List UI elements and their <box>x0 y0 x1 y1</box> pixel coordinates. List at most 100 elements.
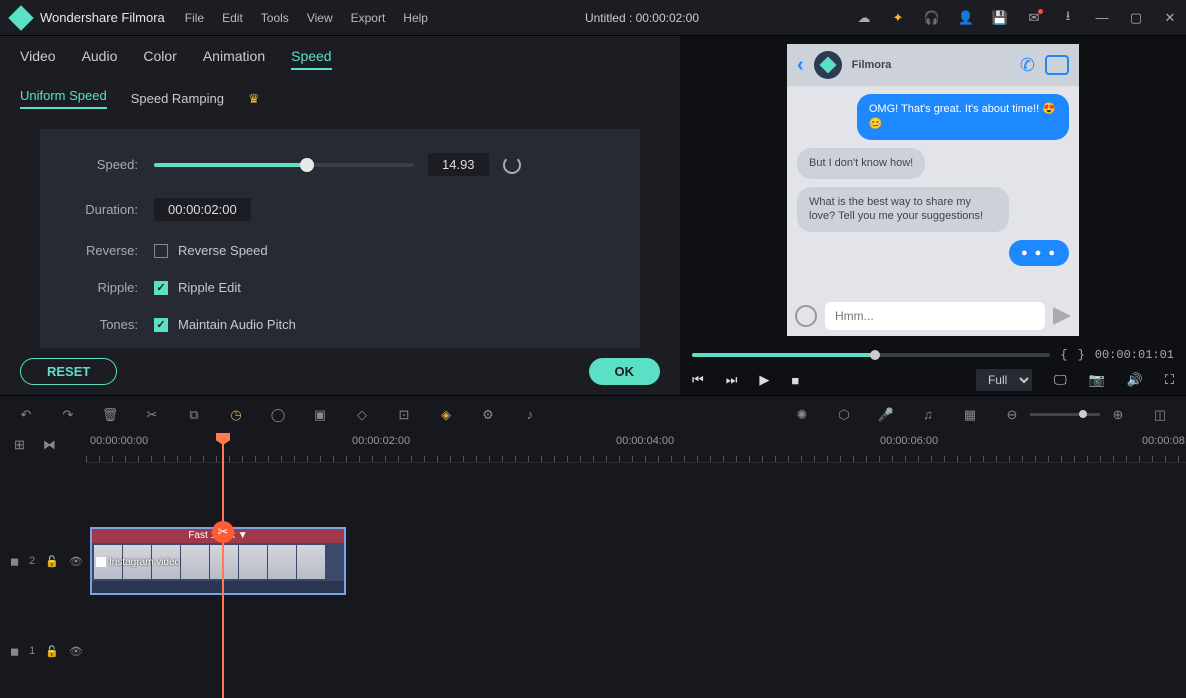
speed-value[interactable]: 14.93 <box>428 153 489 176</box>
close-icon[interactable]: ✕ <box>1162 10 1178 26</box>
layout-icon[interactable]: ◫ <box>1152 407 1168 423</box>
menu-edit[interactable]: Edit <box>222 11 243 25</box>
adjust-icon[interactable]: ⚙ <box>480 407 496 423</box>
audio-tool-icon[interactable]: ♪ <box>522 407 538 423</box>
fullscreen-icon[interactable]: ⛶ <box>1165 372 1174 388</box>
picture-icon[interactable]: ▦ <box>962 407 978 423</box>
menu-help[interactable]: Help <box>403 11 428 25</box>
mark-in[interactable]: { <box>1060 348 1067 362</box>
color-icon[interactable]: ◯ <box>270 407 286 423</box>
mark-out[interactable]: } <box>1078 348 1085 362</box>
ok-button[interactable]: OK <box>589 358 661 385</box>
play-icon[interactable]: ▶ <box>759 372 769 388</box>
notification-icon[interactable]: ✉ <box>1026 10 1042 26</box>
idea-icon[interactable]: ✦ <box>890 10 906 26</box>
chat-bubble: OMG! That's great. It's about time!! 😍😊 <box>857 94 1069 140</box>
reverse-checkbox[interactable] <box>154 244 168 258</box>
download-icon[interactable]: ⭳ <box>1060 10 1076 26</box>
split-icon[interactable]: ✂ <box>212 521 234 543</box>
detect-icon[interactable]: ⊡ <box>396 407 412 423</box>
quality-select[interactable]: Full <box>976 369 1032 391</box>
crop-icon[interactable]: ⧉ <box>186 407 202 423</box>
reverse-option: Reverse Speed <box>178 243 268 258</box>
save-icon[interactable]: 💾 <box>992 10 1008 26</box>
zoom-slider[interactable] <box>1030 413 1100 416</box>
menu-export[interactable]: Export <box>351 11 386 25</box>
user-icon[interactable]: 👤 <box>958 10 974 26</box>
tab-speed[interactable]: Speed <box>291 48 331 70</box>
ripple-label: Ripple: <box>68 280 138 295</box>
next-frame-icon[interactable]: ⏭ <box>726 372 738 388</box>
ripple-checkbox[interactable] <box>154 281 168 295</box>
speed-tool-icon[interactable]: ◷ <box>228 407 244 423</box>
preview-scrubber: { } 00:00:01:01 <box>680 344 1186 366</box>
duration-value[interactable]: 00:00:02:00 <box>154 198 251 221</box>
preview-content: ‹ Filmora ✆ OMG! That's great. It's abou… <box>787 44 1079 336</box>
tab-video[interactable]: Video <box>20 48 56 70</box>
lock-icon[interactable]: 🔓 <box>45 645 59 658</box>
clip-label: Instagram video <box>96 557 180 568</box>
track-number: 1 <box>29 645 35 657</box>
snapshot-icon[interactable]: 📷 <box>1089 372 1105 388</box>
cloud-icon[interactable]: ☁ <box>856 10 872 26</box>
speed-settings: Speed: 14.93 Duration: 00:00:02:00 Rever… <box>40 129 640 348</box>
timeline-toolbar: ↶ ↷ 🗑 ✂ ⧉ ◷ ◯ ▣ ◇ ⊡ ◈ ⚙ ♪ ✺ ⬡ 🎤 ♫ ▦ ⊖ ⊕ … <box>0 395 1186 433</box>
timecode: 00:00:01:01 <box>1095 348 1174 362</box>
speed-slider[interactable] <box>154 163 414 167</box>
tab-uniform-speed[interactable]: Uniform Speed <box>20 88 107 109</box>
tones-label: Tones: <box>68 317 138 332</box>
ruler-tick: 00:00:08:00 <box>1142 435 1186 447</box>
cut-icon[interactable]: ✂ <box>144 407 160 423</box>
main-menu: File Edit Tools View Export Help <box>185 11 428 25</box>
visibility-icon[interactable]: 👁 <box>69 645 83 658</box>
send-icon <box>1053 307 1071 325</box>
zoom-out-icon[interactable]: ⊖ <box>1004 407 1020 423</box>
emoji-icon <box>795 305 817 327</box>
ripple-option: Ripple Edit <box>178 280 241 295</box>
scrub-bar[interactable] <box>692 353 1050 357</box>
maximize-icon[interactable]: ▢ <box>1128 10 1144 26</box>
headset-icon[interactable]: 🎧 <box>924 10 940 26</box>
preview-panel: ‹ Filmora ✆ OMG! That's great. It's abou… <box>680 36 1186 395</box>
ruler-tick: 00:00:00:00 <box>90 435 148 447</box>
mic-icon[interactable]: 🎤 <box>878 407 894 423</box>
prev-frame-icon[interactable]: ⏮ <box>692 372 704 388</box>
magnet-icon[interactable]: ⧓ <box>43 437 56 453</box>
visibility-icon[interactable]: 👁 <box>69 555 83 568</box>
clip-audio-wave <box>92 581 344 593</box>
marker-icon[interactable]: ◈ <box>438 407 454 423</box>
redo-icon[interactable]: ↷ <box>60 407 76 423</box>
track-toggle-icon[interactable]: ◼ <box>10 555 19 568</box>
tab-color[interactable]: Color <box>143 48 176 70</box>
track-manage-icon[interactable]: ⊞ <box>14 437 25 453</box>
undo-icon[interactable]: ↶ <box>18 407 34 423</box>
keyframe-icon[interactable]: ◇ <box>354 407 370 423</box>
delete-icon[interactable]: 🗑 <box>102 407 118 423</box>
reset-button[interactable]: RESET <box>20 358 117 385</box>
stop-icon[interactable]: ■ <box>791 373 799 388</box>
menu-view[interactable]: View <box>307 11 333 25</box>
playhead[interactable]: ✂ <box>222 433 224 698</box>
tones-checkbox[interactable] <box>154 318 168 332</box>
volume-icon[interactable]: 🔊 <box>1127 372 1143 388</box>
transform-icon[interactable]: ▣ <box>312 407 328 423</box>
preview-viewport: ‹ Filmora ✆ OMG! That's great. It's abou… <box>680 36 1186 344</box>
menu-file[interactable]: File <box>185 11 204 25</box>
tab-animation[interactable]: Animation <box>203 48 265 70</box>
shield-icon[interactable]: ⬡ <box>836 407 852 423</box>
zoom-in-icon[interactable]: ⊕ <box>1110 407 1126 423</box>
reset-speed-icon[interactable] <box>503 156 521 174</box>
chat-name: Filmora <box>852 59 1010 71</box>
lock-icon[interactable]: 🔓 <box>45 555 59 568</box>
tab-audio[interactable]: Audio <box>82 48 118 70</box>
minimize-icon[interactable]: — <box>1094 10 1110 26</box>
ruler-tick: 00:00:06:00 <box>880 435 938 447</box>
typing-indicator: ● ● ● <box>1009 240 1069 266</box>
menu-tools[interactable]: Tools <box>261 11 289 25</box>
tab-speed-ramping[interactable]: Speed Ramping <box>131 91 224 106</box>
music-icon[interactable]: ♫ <box>920 407 936 423</box>
display-icon[interactable]: 🖵 <box>1054 372 1067 388</box>
auto-icon[interactable]: ✺ <box>794 407 810 423</box>
track-toggle-icon[interactable]: ◼ <box>10 645 19 658</box>
time-ruler[interactable]: 00:00:00:00 00:00:02:00 00:00:04:00 00:0… <box>86 433 1186 463</box>
